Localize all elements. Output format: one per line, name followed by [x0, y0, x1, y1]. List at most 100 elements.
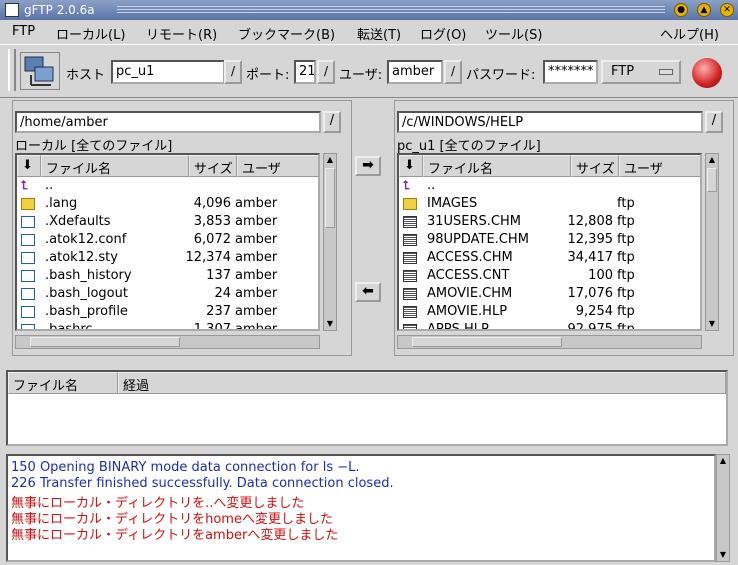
menu-help[interactable]: ヘルプ(H) — [660, 24, 719, 43]
file-name: 98UPDATE.CHM — [427, 232, 529, 247]
menu-tools[interactable]: ツール(S) — [485, 24, 542, 43]
password-input[interactable]: ******* — [543, 60, 598, 84]
file-row[interactable]: ⮤.. — [399, 177, 700, 195]
user-input[interactable]: amber — [387, 60, 443, 84]
file-icon — [21, 288, 35, 300]
file-size: 34,417 — [567, 250, 614, 265]
port-dropdown-button[interactable]: / — [317, 60, 335, 84]
file-row[interactable]: APPS.HLP 92,975 ftp — [399, 321, 700, 331]
window-menu-icon[interactable] — [5, 3, 19, 17]
file-row[interactable]: .atok12.conf 6,072 amber — [17, 231, 318, 249]
file-row[interactable]: IMAGES ftp — [399, 195, 700, 213]
host-dropdown-button[interactable]: / — [224, 60, 242, 84]
log-panel[interactable]: 150 Opening BINARY mode data connection … — [6, 454, 716, 562]
transfer-queue[interactable]: ファイル名 経過 — [6, 370, 728, 446]
file-name: ACCESS.CHM — [427, 250, 513, 265]
protocol-value: FTP — [611, 64, 635, 79]
log-line: 226 Transfer finished successfully. Data… — [11, 476, 394, 491]
file-size: 4,096 — [193, 196, 231, 211]
toolbar-grip[interactable] — [8, 49, 16, 91]
file-name: .atok12.conf — [45, 232, 127, 247]
menu-local[interactable]: ローカル(L) — [56, 24, 125, 43]
file-row[interactable]: .Xdefaults 3,853 amber — [17, 213, 318, 231]
scroll-thumb[interactable] — [707, 168, 717, 192]
user-dropdown-button[interactable]: / — [444, 60, 462, 84]
menu-log[interactable]: ログ(O) — [420, 24, 466, 43]
download-button[interactable]: ⬅ — [355, 282, 381, 302]
scroll-up-icon[interactable]: ▲ — [717, 455, 729, 467]
file-row[interactable]: AMOVIE.HLP 9,254 ftp — [399, 303, 700, 321]
scroll-down-icon[interactable]: ▼ — [717, 549, 729, 561]
name-column-header[interactable]: ファイル名 — [423, 155, 571, 177]
file-row[interactable]: .bash_history 137 amber — [17, 267, 318, 285]
file-icon — [403, 306, 417, 318]
queue-progress-column-header[interactable]: 経過 — [118, 372, 726, 394]
file-row[interactable]: .bashrc 1,307 amber — [17, 321, 318, 331]
scroll-down-icon[interactable]: ▼ — [324, 318, 336, 330]
port-input[interactable]: 21 — [294, 60, 316, 84]
user-column-header[interactable]: ユーザ — [237, 155, 318, 177]
stop-button[interactable] — [689, 56, 727, 90]
menu-transfer[interactable]: 転送(T) — [357, 24, 401, 43]
maximize-icon[interactable]: ▲ — [697, 3, 711, 17]
file-row[interactable]: 98UPDATE.CHM 12,395 ftp — [399, 231, 700, 249]
file-row[interactable]: AMOVIE.CHM 17,076 ftp — [399, 285, 700, 303]
close-icon[interactable]: ✕ — [720, 3, 734, 17]
remote-path-dropdown[interactable]: / — [705, 111, 723, 133]
local-file-list[interactable]: ⬇ ファイル名 サイズ ユーザ ⮤.. .lang 4,096 amber .Xdefa… — [15, 153, 320, 331]
file-row[interactable]: ⮤.. — [17, 177, 318, 195]
file-size: 92,975 — [567, 322, 614, 331]
file-row[interactable]: ACCESS.CHM 34,417 ftp — [399, 249, 700, 267]
remote-path-input[interactable]: /c/WINDOWS/HELP — [397, 111, 703, 133]
menu-ftp[interactable]: FTP — [12, 24, 35, 39]
remote-horizontal-scrollbar[interactable] — [397, 335, 702, 349]
scroll-thumb[interactable] — [30, 337, 180, 347]
window-title: gFTP 2.0.6a — [24, 3, 95, 17]
host-input[interactable]: pc_u1 — [111, 60, 225, 84]
protocol-select[interactable]: FTP — [601, 60, 681, 84]
size-column-header[interactable]: サイズ — [189, 155, 237, 177]
queue-file-column-header[interactable]: ファイル名 — [8, 372, 118, 394]
local-horizontal-scrollbar[interactable] — [15, 335, 320, 349]
connect-button[interactable] — [20, 52, 60, 90]
file-row[interactable]: .bash_logout 24 amber — [17, 285, 318, 303]
file-size: 12,395 — [567, 232, 614, 247]
file-row[interactable]: .lang 4,096 amber — [17, 195, 318, 213]
remote-file-list[interactable]: ⬇ ファイル名 サイズ ユーザ ⮤.. IMAGES ftp 31USERS.CHM 1… — [397, 153, 702, 331]
user-column-header[interactable]: ユーザ — [619, 155, 700, 177]
file-user: amber — [235, 268, 278, 283]
file-icon — [403, 324, 417, 329]
minimize-icon[interactable]: ● — [674, 3, 688, 17]
file-user: amber — [235, 250, 278, 265]
scroll-up-icon[interactable]: ▲ — [324, 154, 336, 166]
local-path-dropdown[interactable]: / — [323, 111, 341, 133]
file-icon — [21, 306, 35, 318]
name-column-header[interactable]: ファイル名 — [41, 155, 189, 177]
file-user: ftp — [617, 322, 635, 331]
file-row[interactable]: ACCESS.CNT 100 ftp — [399, 267, 700, 285]
title-bar[interactable]: gFTP 2.0.6a ● ▲ ✕ — [0, 0, 738, 20]
scroll-up-icon[interactable]: ▲ — [706, 154, 718, 166]
remote-vertical-scrollbar[interactable]: ▲ ▼ — [705, 153, 719, 331]
size-column-header[interactable]: サイズ — [571, 155, 619, 177]
file-icon — [21, 324, 35, 329]
scroll-down-icon[interactable]: ▼ — [706, 318, 718, 330]
menu-bookmarks[interactable]: ブックマーク(B) — [238, 24, 335, 43]
file-row[interactable]: .atok12.sty 12,374 amber — [17, 249, 318, 267]
file-name: 31USERS.CHM — [427, 214, 522, 229]
sort-column-header[interactable]: ⬇ — [399, 155, 423, 177]
file-size: 237 — [206, 304, 231, 319]
connect-icon — [24, 56, 54, 86]
local-pane: /home/amber / ローカル [全てのファイル] ⬇ ファイル名 サイズ… — [12, 100, 352, 356]
upload-button[interactable]: ➡ — [355, 156, 381, 176]
file-user: amber — [235, 322, 278, 331]
sort-column-header[interactable]: ⬇ — [17, 155, 41, 177]
local-vertical-scrollbar[interactable]: ▲ ▼ — [323, 153, 337, 331]
menu-remote[interactable]: リモート(R) — [146, 24, 217, 43]
file-row[interactable]: .bash_profile 237 amber — [17, 303, 318, 321]
local-path-input[interactable]: /home/amber — [15, 111, 321, 133]
log-scrollbar[interactable]: ▲ ▼ — [716, 454, 730, 562]
scroll-thumb[interactable] — [325, 168, 335, 228]
file-row[interactable]: 31USERS.CHM 12,808 ftp — [399, 213, 700, 231]
scroll-thumb[interactable] — [412, 337, 562, 347]
